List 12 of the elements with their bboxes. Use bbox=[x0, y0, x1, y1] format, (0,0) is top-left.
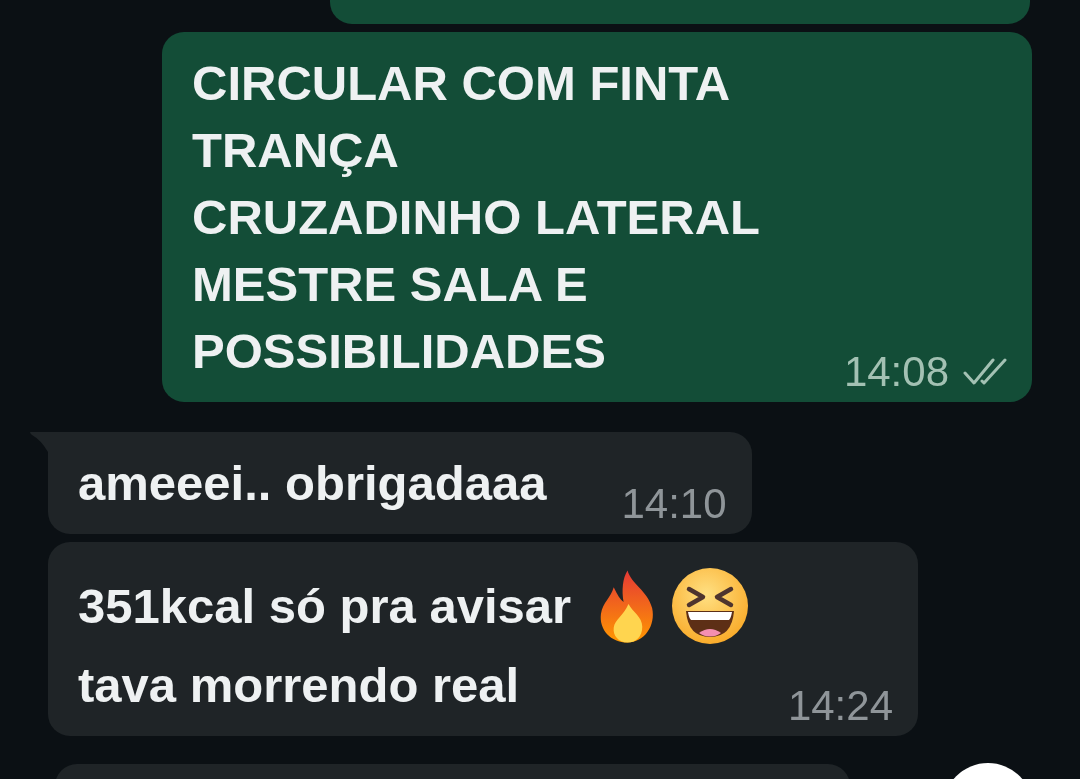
message-text: tava morrendo real bbox=[78, 657, 520, 714]
message-time: 14:08 bbox=[843, 351, 949, 393]
message-text: TRANÇA bbox=[192, 122, 399, 179]
message-text: MESTRE SALA E bbox=[192, 256, 588, 313]
message-text: CRUZADINHO LATERAL bbox=[192, 189, 760, 246]
message-text: CIRCULAR COM FINTA bbox=[192, 55, 731, 112]
message-text: ameeei.. obrigadaaa bbox=[78, 455, 547, 512]
message-time: 14:24 bbox=[787, 685, 893, 727]
message-text: POSSIBILIDADES bbox=[192, 323, 606, 380]
message-text: 351kcal só pra avisar bbox=[78, 577, 572, 635]
laughing-face-icon bbox=[671, 567, 750, 645]
message-time: 14:10 bbox=[621, 483, 727, 525]
